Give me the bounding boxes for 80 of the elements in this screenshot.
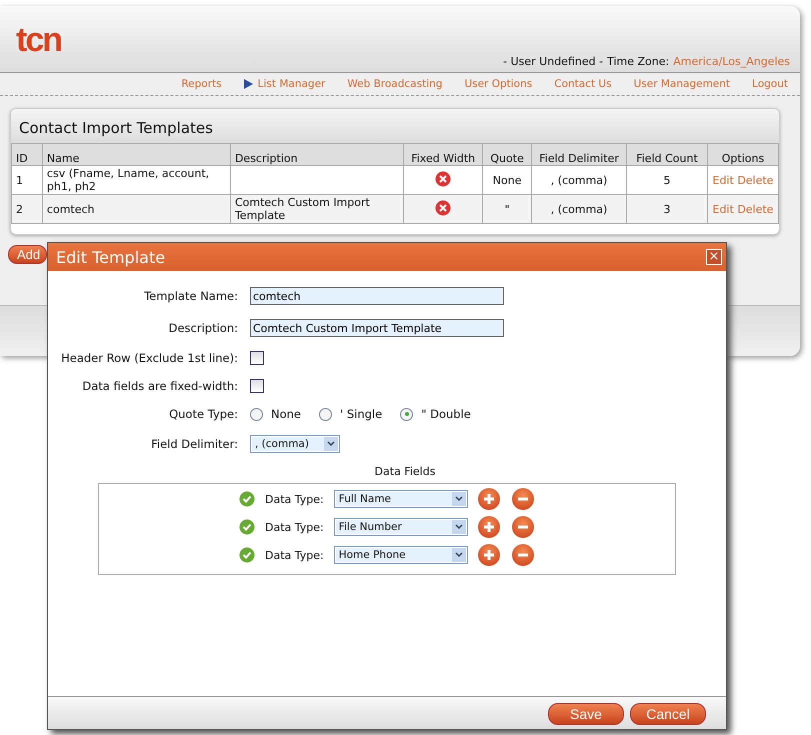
nav-link[interactable]: List Manager	[244, 78, 326, 90]
section-title: Data Fields	[374, 465, 436, 478]
add-icon[interactable]	[478, 488, 500, 510]
cancel-button[interactable]: Cancel	[630, 703, 706, 725]
field-label: Quote Type:	[168, 407, 238, 421]
timezone-label: Time Zone:	[607, 55, 670, 68]
column-header: Fixed Width	[404, 144, 483, 166]
remove-icon[interactable]	[512, 516, 534, 538]
chevron-down-icon	[452, 492, 466, 506]
add-button[interactable]: Add	[8, 245, 48, 264]
nav-link[interactable]: Web Broadcasting	[347, 78, 442, 90]
nav-link[interactable]: User Management	[634, 78, 730, 90]
remove-icon[interactable]	[512, 544, 534, 566]
timezone-value: America/Los_Angeles	[673, 55, 790, 68]
column-header: Name	[42, 144, 230, 166]
checkbox[interactable]	[250, 379, 264, 393]
data-type-dropdown[interactable]: Home Phone	[334, 546, 468, 564]
table-cell: comtech	[42, 194, 230, 224]
radio-label: ' Single	[340, 407, 382, 421]
column-header: Quote	[482, 144, 532, 166]
nav-link[interactable]: Contact Us	[554, 78, 612, 90]
field-label: Data Type:	[265, 520, 324, 534]
column-header: Description	[230, 144, 404, 166]
delimiter-dropdown[interactable]: , (comma)	[250, 435, 340, 453]
description-field[interactable]: Comtech Custom Import Template	[250, 319, 504, 337]
error-icon	[435, 170, 452, 186]
check-icon	[239, 491, 255, 507]
error-icon	[435, 200, 452, 216]
radio-label: " Double	[421, 407, 471, 421]
edit-link[interactable]: Edit	[712, 202, 734, 216]
chevron-down-icon	[452, 520, 466, 534]
nav-link[interactable]: Logout	[752, 78, 788, 90]
table-cell: Comtech Custom Import Template	[230, 194, 404, 224]
add-icon[interactable]	[478, 544, 500, 566]
check-icon	[239, 519, 255, 535]
template-name-field[interactable]: comtech	[250, 287, 504, 305]
checkbox[interactable]	[250, 351, 264, 365]
chevron-down-icon	[324, 437, 338, 451]
table-cell: 2	[12, 194, 42, 224]
table-cell: 1	[12, 166, 42, 194]
user-name: - User Undefined -	[503, 55, 604, 68]
table-cell: None	[482, 166, 532, 194]
add-icon[interactable]	[478, 516, 500, 538]
data-type-dropdown[interactable]: Full Name	[334, 490, 468, 508]
arrow-icon	[244, 79, 253, 89]
edit-link[interactable]: Edit	[712, 174, 734, 186]
radio-button[interactable]	[250, 408, 263, 420]
nav-link[interactable]: Reports	[181, 78, 222, 90]
table-cell: , (comma)	[532, 166, 627, 194]
field-label: Data Type:	[265, 548, 324, 562]
chevron-down-icon	[452, 548, 466, 562]
radio-label: None	[271, 407, 302, 421]
table-cell: "	[482, 194, 532, 224]
field-label: Field Delimiter:	[150, 437, 238, 451]
delete-link[interactable]: Delete	[737, 202, 774, 216]
column-header: Options	[707, 144, 778, 166]
remove-icon[interactable]	[512, 488, 534, 510]
column-header: Field Count	[626, 144, 708, 166]
field-label: Description:	[168, 321, 238, 335]
field-label: Template Name:	[143, 289, 238, 303]
check-icon	[239, 547, 255, 563]
logo: tcn	[16, 20, 61, 60]
table-cell: 5	[626, 166, 708, 194]
delete-link[interactable]: Delete	[737, 174, 774, 186]
field-label: Data fields are fixed-width:	[81, 379, 238, 393]
save-button[interactable]: Save	[548, 703, 624, 725]
table-cell: csv (Fname, Lname, account, ph1, ph2	[42, 166, 230, 194]
nav-link[interactable]: User Options	[464, 78, 532, 90]
radio-button[interactable]	[319, 408, 332, 420]
panel-title: Contact Import Templates	[11, 109, 779, 143]
close-button[interactable]: ×	[706, 249, 722, 265]
data-type-dropdown[interactable]: File Number	[334, 518, 468, 536]
field-label: Header Row (Exclude 1st line):	[60, 351, 238, 365]
field-label: Data Type:	[265, 492, 324, 506]
column-header: ID	[12, 144, 42, 166]
table-cell: 3	[626, 194, 708, 224]
radio-button[interactable]	[400, 408, 414, 420]
dialog-title: Edit Template	[56, 248, 166, 266]
column-header: Field Delimiter	[532, 144, 627, 166]
table-cell: , (comma)	[532, 194, 627, 224]
